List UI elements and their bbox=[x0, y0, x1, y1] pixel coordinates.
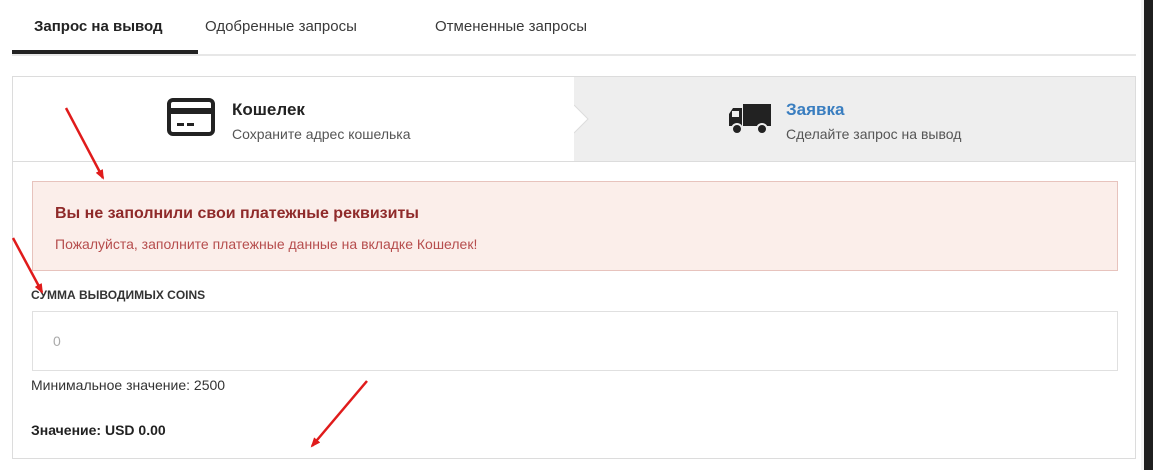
alert-message: Пожалуйста, заполните платежные данные н… bbox=[55, 236, 478, 252]
tab-bar: Запрос на вывод Одобренные запросы Отмен… bbox=[12, 0, 1136, 56]
tab-approved-requests[interactable]: Одобренные запросы bbox=[205, 18, 357, 35]
step-request[interactable]: Заявка Сделайте запрос на вывод bbox=[574, 77, 1135, 161]
window-edge bbox=[1144, 0, 1153, 470]
credit-card-icon bbox=[167, 97, 215, 142]
payment-details-alert: Вы не заполнили свои платежные реквизиты… bbox=[32, 181, 1118, 271]
minimum-value-text: Минимальное значение: 2500 bbox=[31, 377, 226, 393]
amount-input[interactable] bbox=[32, 311, 1118, 371]
steps-bar: Кошелек Сохраните адрес кошелька Заявка … bbox=[13, 77, 1135, 162]
amount-label: СУММА ВЫВОДИМЫХ COINS bbox=[31, 288, 206, 302]
step-request-title: Заявка bbox=[786, 100, 845, 119]
step-wallet[interactable]: Кошелек Сохраните адрес кошелька bbox=[13, 77, 574, 161]
step-wallet-title: Кошелек bbox=[232, 100, 305, 119]
step-wallet-subtitle: Сохраните адрес кошелька bbox=[232, 126, 411, 142]
alert-title: Вы не заполнили свои платежные реквизиты bbox=[55, 205, 419, 222]
step-request-subtitle: Сделайте запрос на вывод bbox=[786, 126, 962, 142]
tab-withdraw-request[interactable]: Запрос на вывод bbox=[34, 18, 163, 35]
tab-cancelled-requests[interactable]: Отмененные запросы bbox=[435, 18, 587, 35]
withdraw-panel: Кошелек Сохраните адрес кошелька Заявка … bbox=[12, 76, 1136, 459]
usd-value-text: Значение: USD 0.00 bbox=[31, 422, 166, 438]
truck-icon bbox=[727, 101, 773, 142]
step-divider-chevron bbox=[574, 77, 589, 161]
active-tab-indicator bbox=[12, 50, 198, 54]
